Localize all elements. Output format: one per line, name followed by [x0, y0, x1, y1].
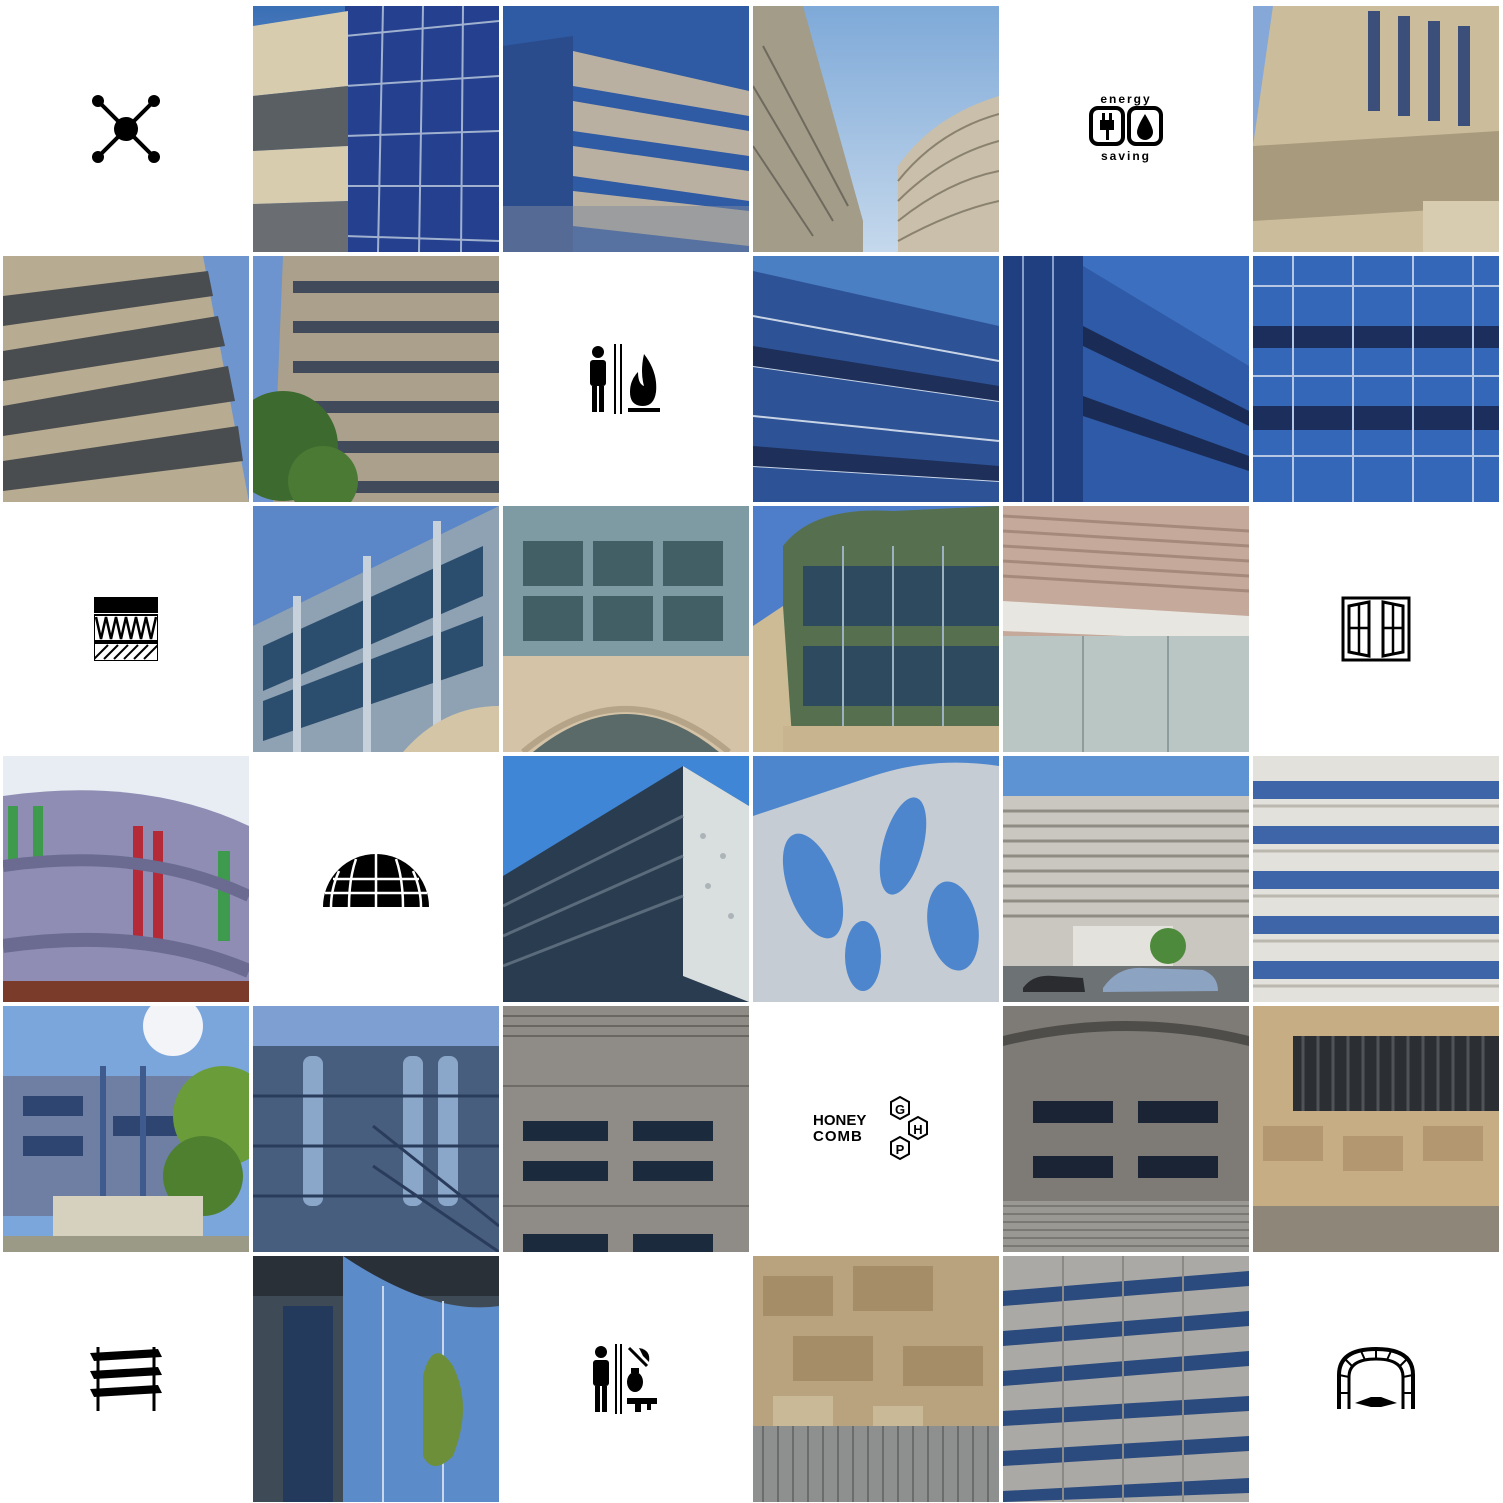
- photo-rounded-corner-glass-building: [753, 506, 999, 752]
- photo-rough-stone-corrugated: [753, 1256, 999, 1502]
- photo-curved-glass-reflection: [253, 1256, 499, 1502]
- dome-structure-icon: [253, 756, 499, 1002]
- photo-curved-buildings-courtyard: [753, 6, 999, 252]
- image-grid: energy saving HONEY COMB G H P: [3, 6, 1499, 1502]
- photo-rough-stone-grille: [1253, 1006, 1499, 1252]
- photo-curved-panel-louvers: [1003, 1006, 1249, 1252]
- photo-horizontal-louvers-cars: [1003, 756, 1249, 1002]
- network-nodes-icon: [3, 6, 249, 252]
- photo-facade-stone-bands-blue-glass: [503, 6, 749, 252]
- photo-stone-facade-tree: [253, 256, 499, 502]
- thermal-insulation-icon: [3, 506, 249, 752]
- security-protection-icon: [503, 1256, 749, 1502]
- energy-saving-icon: energy saving: [1003, 6, 1249, 252]
- honeycomb-logo-icon: HONEY COMB G H P: [753, 1006, 999, 1252]
- honeycomb-letter-p: P: [896, 1142, 905, 1157]
- photo-steel-stairs-blue: [253, 1006, 499, 1252]
- honeycomb-letter-g: G: [895, 1102, 905, 1117]
- photo-stone-tower-vertical-windows: [1253, 6, 1499, 252]
- photo-blue-glass-curtain-wall-1: [753, 256, 999, 502]
- window-icon: [1253, 506, 1499, 752]
- photo-perforated-panel-building: [503, 756, 749, 1002]
- photo-horizontal-louvers-closeup: [1253, 756, 1499, 1002]
- photo-curved-colored-fins: [3, 756, 249, 1002]
- photo-louvered-facade-glazing: [1003, 506, 1249, 752]
- tunnel-structure-icon: [1253, 1256, 1499, 1502]
- photo-glass-facade-columns: [253, 506, 499, 752]
- photo-facade-sandstone-blue-glass: [253, 6, 499, 252]
- energy-top-text: energy: [1100, 92, 1151, 106]
- photo-stone-bands-angled: [3, 256, 249, 502]
- honeycomb-line1: HONEY: [813, 1112, 866, 1129]
- fire-protection-icon: [503, 256, 749, 502]
- photo-curved-panel-building: [503, 1006, 749, 1252]
- photo-blue-glass-curtain-wall-3: [1253, 256, 1499, 502]
- photo-stone-facade-windows-grid: [1003, 1256, 1249, 1502]
- honeycomb-line2: COMB: [813, 1128, 863, 1145]
- layered-panels-icon: [3, 1256, 249, 1502]
- honeycomb-letter-h: H: [913, 1122, 922, 1137]
- photo-perforated-organic-facade: [753, 756, 999, 1002]
- photo-steel-structure-trees: [3, 1006, 249, 1252]
- photo-blue-glass-curtain-wall-2: [1003, 256, 1249, 502]
- energy-bottom-text: saving: [1101, 149, 1151, 163]
- photo-glass-over-stone-arch: [503, 506, 749, 752]
